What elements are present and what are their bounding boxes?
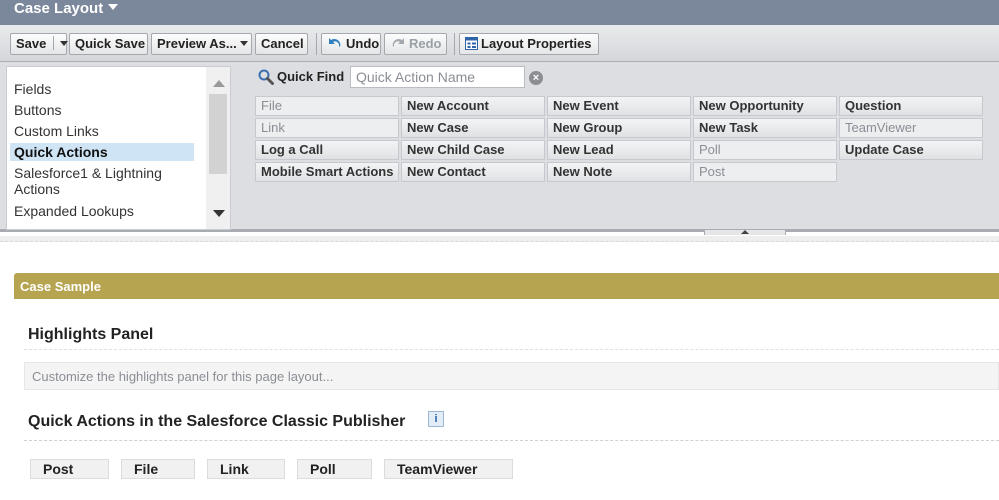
section-divider — [24, 349, 999, 350]
scroll-thumb[interactable] — [209, 94, 227, 174]
action-update-case[interactable]: Update Case — [839, 140, 983, 160]
quick-find-label: Quick Find — [277, 69, 345, 84]
toolbar: Save Quick Save Preview As... Cancel Und… — [0, 25, 999, 62]
publisher-section-title: Quick Actions in the Salesforce Classic … — [28, 413, 406, 430]
category-item-expanded-lookups[interactable]: Expanded Lookups — [14, 203, 198, 219]
action-new-lead[interactable]: New Lead — [547, 140, 691, 160]
case-sample-title: Case Sample — [20, 279, 101, 294]
action-new-contact[interactable]: New Contact — [401, 162, 545, 182]
category-item-cutoff — [14, 224, 198, 229]
redo-button[interactable]: Redo — [384, 33, 447, 55]
publisher-action-file[interactable]: File — [121, 459, 195, 479]
action-log-a-call[interactable]: Log a Call — [255, 140, 399, 160]
action-new-account[interactable]: New Account — [401, 96, 545, 116]
publisher-action-link[interactable]: Link — [207, 459, 285, 479]
action-link[interactable]: Link — [255, 118, 399, 138]
chevron-down-icon — [108, 4, 119, 10]
publisher-action-teamviewer[interactable]: TeamViewer — [384, 459, 513, 479]
action-file[interactable]: File — [255, 96, 399, 116]
case-sample-header: Case Sample — [14, 273, 999, 299]
quick-save-button[interactable]: Quick Save — [69, 33, 148, 55]
redo-icon — [392, 38, 404, 47]
chevron-down-icon — [239, 41, 248, 46]
action-new-child-case[interactable]: New Child Case — [401, 140, 545, 160]
redo-label: Redo — [409, 36, 442, 51]
action-poll[interactable]: Poll — [693, 140, 837, 160]
undo-icon — [329, 38, 341, 47]
action-new-opportunity[interactable]: New Opportunity — [693, 96, 837, 116]
action-new-event[interactable]: New Event — [547, 96, 691, 116]
action-new-note[interactable]: New Note — [547, 162, 691, 182]
highlights-panel-hint: Customize the highlights panel for this … — [32, 369, 334, 384]
layout-title-bar: Case Layout — [0, 0, 999, 25]
info-icon[interactable]: i — [428, 411, 444, 427]
highlights-panel-title: Highlights Panel — [28, 326, 154, 343]
toolbar-separator — [454, 33, 455, 55]
undo-label: Undo — [346, 36, 380, 51]
layout-title-menu[interactable]: Case Layout — [14, 0, 119, 17]
cancel-button[interactable]: Cancel — [255, 33, 308, 55]
toolbar-separator — [316, 33, 317, 55]
preview-as-button[interactable]: Preview As... — [151, 33, 252, 55]
layout-properties-label: Layout Properties — [481, 36, 592, 51]
preview-as-label: Preview As... — [157, 36, 237, 51]
search-icon — [258, 69, 274, 85]
category-item-quick-actions[interactable]: Quick Actions — [10, 143, 194, 161]
action-new-case[interactable]: New Case — [401, 118, 545, 138]
publisher-actions-area: Post File Link Poll TeamViewer — [24, 440, 999, 496]
quick-find-input[interactable] — [350, 66, 525, 88]
palette-collapse-handle[interactable] — [704, 229, 786, 235]
palette-category-list: Fields Buttons Custom Links Quick Action… — [6, 66, 231, 230]
chevron-down-icon[interactable] — [60, 41, 68, 46]
action-mobile-smart-actions[interactable]: Mobile Smart Actions — [255, 162, 399, 182]
layout-properties-icon — [465, 37, 478, 50]
scroll-up-icon[interactable] — [213, 80, 225, 87]
palette: Fields Buttons Custom Links Quick Action… — [0, 62, 999, 235]
canvas-top-border — [0, 236, 999, 242]
publisher-action-post[interactable]: Post — [30, 459, 109, 479]
action-post[interactable]: Post — [693, 162, 837, 182]
layout-title: Case Layout — [14, 0, 104, 17]
save-button[interactable]: Save — [10, 33, 68, 55]
action-teamviewer[interactable]: TeamViewer — [839, 118, 983, 138]
category-scrollbar[interactable] — [206, 67, 230, 229]
category-item-salesforce1-lightning-actions[interactable]: Salesforce1 & Lightning Actions — [14, 165, 198, 197]
highlights-panel-body[interactable]: Customize the highlights panel for this … — [24, 362, 999, 390]
category-item-fields[interactable]: Fields — [14, 81, 198, 97]
action-question[interactable]: Question — [839, 96, 983, 116]
category-item-custom-links[interactable]: Custom Links — [14, 123, 198, 139]
layout-properties-button[interactable]: Layout Properties — [459, 33, 599, 55]
scroll-down-icon[interactable] — [213, 210, 225, 217]
action-new-task[interactable]: New Task — [693, 118, 837, 138]
category-item-buttons[interactable]: Buttons — [14, 102, 198, 118]
publisher-action-poll[interactable]: Poll — [297, 459, 372, 479]
action-new-group[interactable]: New Group — [547, 118, 691, 138]
clear-icon[interactable]: × — [529, 71, 543, 85]
save-label: Save — [16, 36, 47, 51]
undo-button[interactable]: Undo — [321, 33, 381, 55]
split-divider — [53, 36, 54, 50]
